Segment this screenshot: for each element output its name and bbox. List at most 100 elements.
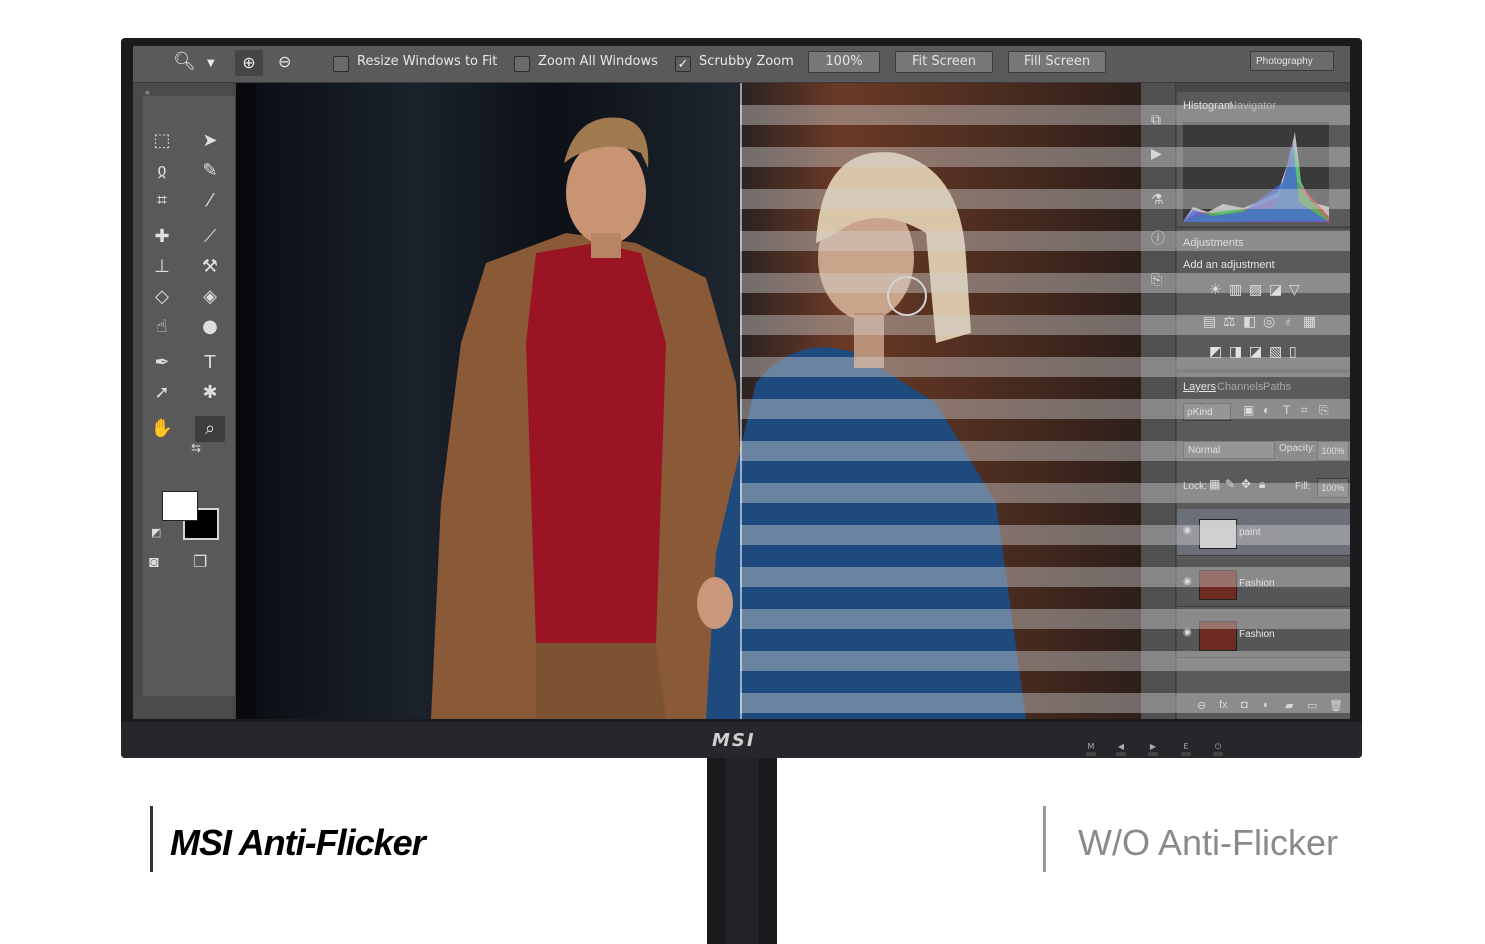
brush-tool-icon[interactable]: ⟋ bbox=[195, 224, 225, 250]
tab-paths[interactable]: Paths bbox=[1263, 381, 1291, 393]
levels-icon[interactable]: ▥ bbox=[1229, 281, 1242, 298]
photo-filter-icon[interactable]: ◎ bbox=[1263, 313, 1275, 330]
zoom-out-icon[interactable]: ⊖ bbox=[278, 52, 291, 71]
type-tool-icon[interactable]: T bbox=[195, 350, 225, 376]
mask-icon[interactable]: ◘ bbox=[1241, 699, 1248, 711]
selective-color-icon[interactable]: ▧ bbox=[1269, 343, 1282, 360]
filter-kind-select[interactable]: ρKind bbox=[1183, 403, 1231, 421]
lock-all-icon[interactable]: 🔒︎ bbox=[1259, 477, 1265, 492]
quick-select-tool-icon[interactable]: ✎ bbox=[195, 158, 225, 184]
new-layer-icon[interactable]: ▭ bbox=[1307, 699, 1317, 712]
healing-tool-icon[interactable]: ✚ bbox=[147, 224, 177, 250]
info-icon[interactable]: ⓘ bbox=[1151, 228, 1165, 248]
eraser-tool-icon[interactable]: ◇ bbox=[147, 284, 177, 310]
bw-icon[interactable]: ◧ bbox=[1243, 313, 1256, 330]
workspace-select[interactable]: Photography bbox=[1250, 51, 1334, 71]
smudge-tool-icon[interactable]: ☝ bbox=[147, 314, 177, 340]
layer-row-fashion[interactable]: ◉ Fashion bbox=[1177, 560, 1350, 607]
layers-footer: ⊖ fx ◘ ◐ ▰ ▭ 🗑︎ bbox=[1177, 695, 1350, 717]
fit-screen-button[interactable]: Fit Screen bbox=[895, 51, 993, 73]
quick-mask-icon[interactable]: ◙ bbox=[149, 554, 159, 572]
fill-input[interactable]: 100% bbox=[1317, 478, 1349, 498]
exposure-icon[interactable]: ◪ bbox=[1269, 281, 1282, 298]
zoom-in-icon[interactable]: ⊕ bbox=[235, 50, 263, 76]
blend-mode-select[interactable]: Normal bbox=[1183, 441, 1275, 459]
filter-type-icon[interactable]: T bbox=[1283, 403, 1290, 417]
brush-presets-icon[interactable]: ⚗ bbox=[1151, 191, 1164, 208]
channel-mixer-icon[interactable]: ♁ bbox=[1283, 313, 1294, 329]
monitor-button-power[interactable] bbox=[1213, 752, 1223, 756]
filter-shape-icon[interactable]: ⌗ bbox=[1301, 403, 1308, 418]
clone-source-icon[interactable]: ⎘ bbox=[1151, 271, 1162, 288]
zoom-100-button[interactable]: 100% bbox=[808, 51, 880, 73]
history-icon[interactable]: ⧉ bbox=[1151, 111, 1161, 128]
paint-bucket-icon[interactable]: ◈ bbox=[195, 284, 225, 310]
tab-histogram[interactable]: Histogram bbox=[1183, 100, 1233, 112]
tab-navigator[interactable]: Navigator bbox=[1229, 100, 1276, 112]
custom-shape-icon[interactable]: ✱ bbox=[195, 380, 225, 406]
zoom-tool-icon[interactable]: 🔍︎ bbox=[173, 51, 196, 72]
monitor-button-label-e: E bbox=[1183, 742, 1189, 751]
link-icon[interactable]: ⊖ bbox=[1197, 699, 1206, 712]
fill-screen-button[interactable]: Fill Screen bbox=[1008, 51, 1106, 73]
vibrance-icon[interactable]: ▽ bbox=[1289, 281, 1300, 298]
dodge-tool-icon[interactable]: ● bbox=[195, 314, 225, 340]
group-icon[interactable]: ▰ bbox=[1285, 699, 1293, 712]
scrubby-zoom-checkbox[interactable]: ✓ bbox=[675, 56, 691, 72]
default-colors-icon[interactable]: ◩ bbox=[151, 526, 161, 539]
eyedropper-tool-icon[interactable]: ⁄ bbox=[195, 188, 225, 214]
filter-adjust-icon[interactable]: ◐ bbox=[1263, 403, 1270, 417]
gradient-map-icon[interactable]: ▯ bbox=[1289, 343, 1297, 360]
histogram-graph bbox=[1183, 122, 1329, 222]
crop-tool-icon[interactable]: ⌗ bbox=[147, 188, 177, 214]
zoom-tool-selected-icon[interactable]: ⌕ bbox=[195, 416, 225, 442]
document-canvas[interactable] bbox=[236, 83, 1141, 719]
lock-paint-icon[interactable]: ✎ bbox=[1225, 477, 1235, 491]
layer-thumbnail bbox=[1199, 519, 1237, 549]
monitor-button-left[interactable] bbox=[1116, 752, 1126, 756]
layer-row-fashion[interactable]: ◉ Fashion bbox=[1177, 611, 1350, 658]
foreground-color-swatch[interactable] bbox=[162, 491, 198, 521]
monitor-button-right[interactable] bbox=[1148, 752, 1158, 756]
monitor-button-m[interactable] bbox=[1086, 752, 1096, 756]
pen-tool-icon[interactable]: ✒ bbox=[147, 350, 177, 376]
color-balance-icon[interactable]: ⚖ bbox=[1223, 313, 1236, 330]
lasso-tool-icon[interactable]: ჲ bbox=[147, 158, 177, 184]
move-tool-icon[interactable]: ➤ bbox=[195, 128, 225, 154]
zoom-all-checkbox[interactable] bbox=[514, 56, 530, 72]
filter-pixel-icon[interactable]: ▣ bbox=[1243, 403, 1254, 417]
brightness-icon[interactable]: ☀ bbox=[1209, 281, 1222, 298]
lock-move-icon[interactable]: ✥ bbox=[1241, 477, 1251, 491]
curves-icon[interactable]: ▨ bbox=[1249, 281, 1262, 298]
layer-row-paint[interactable]: ◉ paint bbox=[1177, 509, 1350, 556]
hand-tool-icon[interactable]: ✋ bbox=[147, 416, 177, 442]
screen-mode-icon[interactable]: ❐ bbox=[193, 552, 207, 572]
posterize-icon[interactable]: ◨ bbox=[1229, 343, 1242, 360]
visibility-eye-icon[interactable]: ◉ bbox=[1183, 576, 1192, 587]
opacity-input[interactable]: 100% bbox=[1317, 441, 1349, 461]
filter-smart-icon[interactable]: ⎘ bbox=[1319, 403, 1329, 418]
path-select-icon[interactable]: ➚ bbox=[147, 380, 177, 406]
invert-icon[interactable]: ◩ bbox=[1209, 343, 1222, 360]
chevron-down-icon[interactable]: ▼ bbox=[207, 58, 215, 69]
color-lookup-icon[interactable]: ▦ bbox=[1303, 313, 1316, 330]
swap-colors-icon[interactable]: ⇆ bbox=[191, 441, 201, 455]
lock-pixels-icon[interactable]: ▦ bbox=[1209, 477, 1220, 491]
visibility-eye-icon[interactable]: ◉ bbox=[1183, 627, 1192, 638]
stamp-tool-icon[interactable]: ⊥ bbox=[147, 254, 177, 280]
adjustment-layer-icon[interactable]: ◐ bbox=[1263, 699, 1270, 711]
tab-layers[interactable]: Layers bbox=[1183, 381, 1216, 393]
trash-icon[interactable]: 🗑︎ bbox=[1329, 699, 1343, 712]
tab-channels[interactable]: Channels bbox=[1217, 381, 1263, 393]
history-brush-icon[interactable]: ⚒ bbox=[195, 254, 225, 280]
resize-windows-checkbox[interactable] bbox=[333, 56, 349, 72]
play-actions-icon[interactable]: ▶ bbox=[1151, 145, 1162, 162]
fx-icon[interactable]: fx bbox=[1219, 699, 1228, 711]
monitor-button-e[interactable] bbox=[1181, 752, 1191, 756]
threshold-icon[interactable]: ◪ bbox=[1249, 343, 1262, 360]
visibility-eye-icon[interactable]: ◉ bbox=[1183, 525, 1192, 536]
hue-icon[interactable]: ▤ bbox=[1203, 313, 1216, 330]
adjustments-panel: Adjustments Add an adjustment ☀ ▥ ▨ ◪ ▽ … bbox=[1177, 229, 1350, 369]
marquee-tool-icon[interactable]: ⬚ bbox=[147, 128, 177, 154]
add-adjustment-label: Add an adjustment bbox=[1183, 259, 1275, 271]
